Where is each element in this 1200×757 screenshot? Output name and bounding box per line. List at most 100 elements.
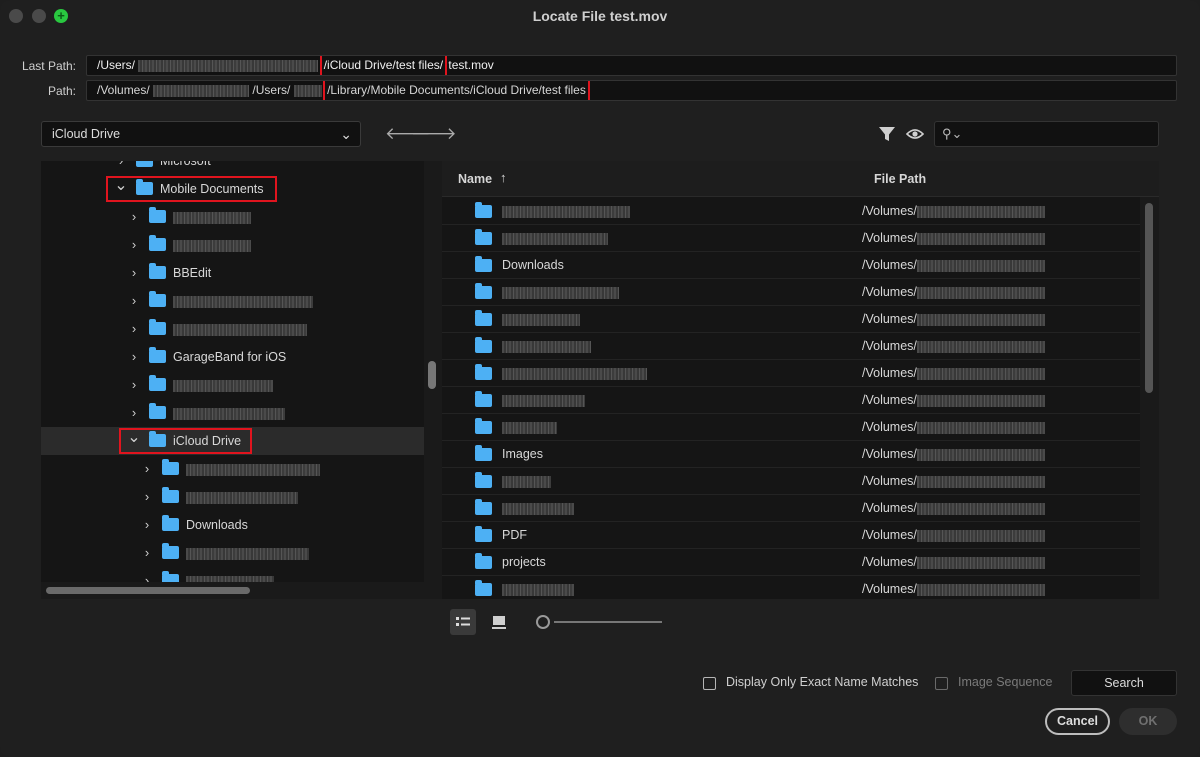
column-header-name[interactable]: Name xyxy=(458,172,492,186)
redacted-text xyxy=(173,295,313,308)
chevron-right-icon[interactable]: › xyxy=(127,287,141,315)
file-path-prefix: /Volumes/ xyxy=(862,366,917,380)
chevron-right-icon[interactable]: › xyxy=(140,539,154,567)
tree-row[interactable]: ›Microsoft xyxy=(41,161,424,175)
tree-row[interactable]: › xyxy=(41,287,424,315)
cancel-button[interactable]: Cancel xyxy=(1045,708,1110,735)
chevron-down-icon: ⌄ xyxy=(340,126,352,142)
tree-row[interactable]: › xyxy=(41,483,424,511)
tree-row[interactable]: › xyxy=(41,567,424,582)
redacted-text xyxy=(502,232,608,245)
folder-icon xyxy=(475,445,492,461)
file-row[interactable]: /Volumes/ xyxy=(442,333,1140,360)
chevron-right-icon[interactable]: › xyxy=(140,567,154,582)
path-label: Path: xyxy=(47,84,76,98)
window-title: Locate File test.mov xyxy=(532,8,668,24)
list-view-button[interactable] xyxy=(450,609,476,635)
tree-row[interactable]: › xyxy=(41,371,424,399)
chevron-right-icon[interactable]: › xyxy=(140,455,154,483)
file-row[interactable]: Images/Volumes/ xyxy=(442,441,1140,468)
file-row[interactable]: PDF/Volumes/ xyxy=(442,522,1140,549)
chevron-right-icon[interactable]: › xyxy=(127,399,141,427)
icon-view-button[interactable] xyxy=(486,609,512,635)
file-row[interactable]: /Volumes/ xyxy=(442,414,1140,441)
image-sequence-checkbox[interactable] xyxy=(935,677,948,690)
redacted-text xyxy=(502,286,619,299)
zoom-slider-knob[interactable] xyxy=(536,615,550,629)
tree-row[interactable]: › xyxy=(41,399,424,427)
column-header-file-path[interactable]: File Path xyxy=(874,172,926,186)
tree-row[interactable]: › xyxy=(41,203,424,231)
file-row[interactable]: /Volumes/ xyxy=(442,468,1140,495)
tree-row[interactable]: › Downloads xyxy=(41,511,424,539)
file-path-prefix: /Volumes/ xyxy=(862,393,917,407)
search-button[interactable]: Search xyxy=(1071,670,1177,696)
folder-icon xyxy=(475,472,492,488)
file-path: /Volumes/ xyxy=(862,414,1045,440)
redacted-text xyxy=(186,463,320,476)
file-name xyxy=(502,495,574,521)
filter-icon[interactable] xyxy=(878,125,896,143)
folder-icon xyxy=(136,161,153,167)
zoom-slider-track[interactable] xyxy=(554,621,662,623)
exact-match-checkbox[interactable] xyxy=(703,677,716,690)
path-field: /Volumes/ /Users/ /Library/Mobile Docume… xyxy=(86,80,1177,101)
tree-row[interactable]: › xyxy=(41,315,424,343)
redacted-text xyxy=(502,367,647,380)
file-row[interactable]: /Volumes/ xyxy=(442,576,1140,599)
tree-item-label xyxy=(173,399,285,427)
file-path: /Volumes/ xyxy=(862,198,1045,224)
tree-item-label xyxy=(186,455,320,483)
redacted-text xyxy=(916,259,1045,272)
file-list-scrollbar[interactable] xyxy=(1140,197,1159,599)
folder-icon xyxy=(162,487,179,503)
chevron-right-icon[interactable]: › xyxy=(127,371,141,399)
chevron-right-icon[interactable]: › xyxy=(127,203,141,231)
file-row[interactable]: /Volumes/ xyxy=(442,495,1140,522)
file-row[interactable]: projects/Volumes/ xyxy=(442,549,1140,576)
tree-row[interactable]: › GarageBand for iOS xyxy=(41,343,424,371)
file-row[interactable]: /Volumes/ xyxy=(442,306,1140,333)
redacted-text xyxy=(173,211,251,224)
tree-row[interactable]: › xyxy=(41,455,424,483)
tree-item-label: GarageBand for iOS xyxy=(173,350,287,364)
file-row[interactable]: /Volumes/ xyxy=(442,387,1140,414)
chevron-right-icon[interactable]: › xyxy=(140,483,154,511)
location-dropdown[interactable]: iCloud Drive ⌄ xyxy=(41,121,361,147)
file-row[interactable]: /Volumes/ xyxy=(442,198,1140,225)
tree-vertical-scrollbar[interactable] xyxy=(424,161,442,599)
chevron-right-icon[interactable]: › xyxy=(140,511,154,539)
file-row[interactable]: /Volumes/ xyxy=(442,225,1140,252)
file-name xyxy=(502,198,630,224)
eye-icon[interactable] xyxy=(906,126,924,142)
file-name xyxy=(502,306,580,332)
ok-button[interactable]: OK xyxy=(1119,708,1177,735)
tree-horizontal-scrollbar[interactable] xyxy=(41,582,424,599)
scroll-thumb[interactable] xyxy=(428,361,436,389)
file-row[interactable]: Downloads/Volumes/ xyxy=(442,252,1140,279)
tree-row[interactable]: › xyxy=(41,539,424,567)
chevron-right-icon[interactable]: › xyxy=(127,231,141,259)
scroll-thumb[interactable] xyxy=(1145,203,1153,393)
exact-match-label[interactable]: Display Only Exact Name Matches xyxy=(726,675,918,689)
file-path-prefix: /Volumes/ xyxy=(862,447,917,461)
path-users: /Users/ xyxy=(252,83,291,97)
last-path-highlight: /iCloud Drive/test files/ xyxy=(319,56,448,75)
search-input[interactable]: ⚲⌄ xyxy=(934,121,1159,147)
file-path: /Volumes/ xyxy=(862,522,1045,548)
file-row[interactable]: /Volumes/ xyxy=(442,279,1140,306)
tree-item-label xyxy=(186,567,274,582)
redacted-text xyxy=(173,239,251,252)
chevron-right-icon[interactable]: › xyxy=(127,259,141,287)
forward-arrow-icon[interactable]: 🡒 xyxy=(411,124,457,144)
sort-ascending-icon[interactable]: ↑ xyxy=(500,170,507,185)
tree-row[interactable]: › xyxy=(41,231,424,259)
image-sequence-label[interactable]: Image Sequence xyxy=(958,675,1053,689)
chevron-right-icon[interactable]: › xyxy=(127,343,141,371)
scroll-thumb[interactable] xyxy=(46,587,250,594)
chevron-right-icon[interactable]: › xyxy=(127,315,141,343)
tree-row[interactable]: › BBEdit xyxy=(41,259,424,287)
file-row[interactable]: /Volumes/ xyxy=(442,360,1140,387)
file-path-prefix: /Volumes/ xyxy=(862,285,917,299)
folder-icon xyxy=(149,207,166,223)
